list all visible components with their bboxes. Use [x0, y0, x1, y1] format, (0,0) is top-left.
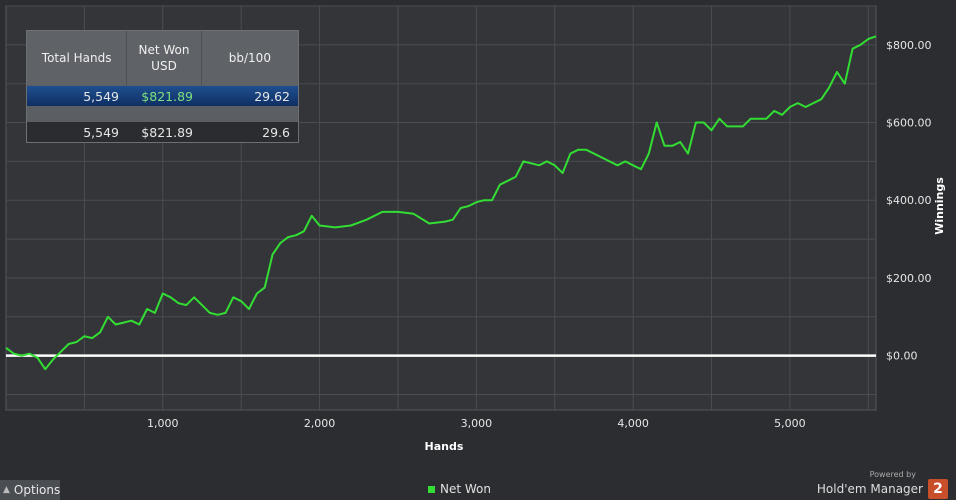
- chevron-up-icon: ▲: [3, 485, 10, 495]
- x-tick-label: 1,000: [147, 417, 179, 430]
- brand-name: Hold'em Manager: [816, 482, 923, 496]
- powered-by-label: Powered by: [869, 470, 916, 479]
- chart-legend: Net Won: [428, 482, 491, 496]
- x-tick-label: 4,000: [617, 417, 649, 430]
- legend-swatch-net-won: [428, 485, 435, 493]
- header-net-won[interactable]: Net Won USD: [127, 31, 202, 85]
- brand-badge: 2: [928, 479, 948, 499]
- options-button[interactable]: ▲ Options: [0, 480, 60, 500]
- total-hands: 5,549: [83, 124, 119, 140]
- x-tick-label: 5,000: [774, 417, 806, 430]
- total-net-won: $821.89: [141, 124, 193, 140]
- y-tick-label: $200.00: [886, 272, 932, 285]
- cell-hands: 5,549: [83, 88, 119, 104]
- brand-logo: Powered by Hold'em Manager 2: [817, 470, 948, 499]
- x-tick-label: 3,000: [461, 417, 493, 430]
- y-tick-label: $600.00: [886, 117, 932, 130]
- cell-bb100: 29.62: [254, 88, 290, 104]
- header-total-hands[interactable]: Total Hands: [27, 31, 128, 85]
- table-row-selected[interactable]: 5,549 $821.89 29.62: [27, 86, 298, 106]
- header-bb100[interactable]: bb/100: [202, 31, 298, 85]
- x-axis-label: Hands: [425, 440, 464, 453]
- y-axis-label: Winnings: [933, 177, 946, 235]
- stats-table: Total Hands Net Won USD bb/100 5,549 $82…: [26, 30, 299, 143]
- cell-net-won: $821.89: [141, 88, 193, 104]
- options-label: Options: [13, 483, 61, 497]
- table-row-total: 5,549 $821.89 29.6: [27, 122, 298, 142]
- y-tick-label: $400.00: [886, 194, 932, 207]
- row-gap: [27, 106, 298, 122]
- x-tick-label: 2,000: [304, 417, 336, 430]
- total-bb100: 29.6: [262, 124, 290, 140]
- y-tick-label: $800.00: [886, 39, 932, 52]
- y-tick-label: $0.00: [886, 350, 918, 363]
- legend-label-net-won: Net Won: [440, 482, 491, 496]
- stats-header-row: Total Hands Net Won USD bb/100: [27, 31, 298, 85]
